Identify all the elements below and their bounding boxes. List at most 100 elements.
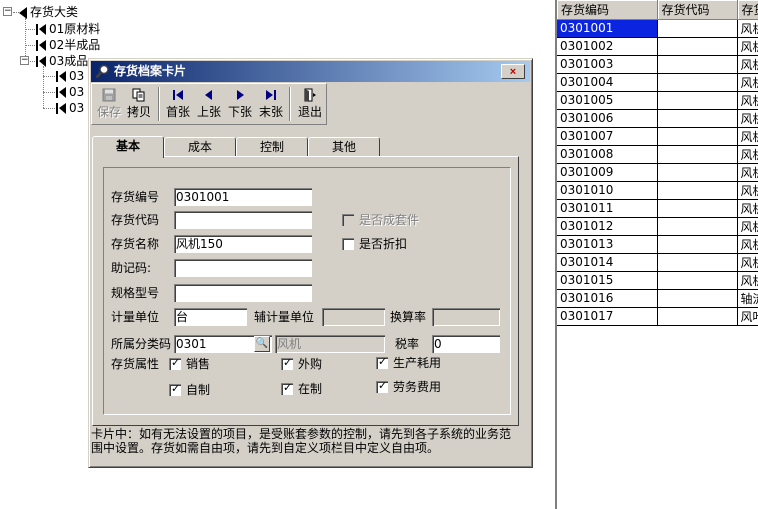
tab-other[interactable]: 其他	[308, 137, 380, 157]
collapse-toggle[interactable]: −	[3, 7, 12, 16]
cell-code[interactable]: 0301013	[557, 235, 658, 254]
table-row[interactable]: 0301012 风机	[557, 217, 758, 236]
cell-dm[interactable]	[657, 181, 738, 200]
copy-button[interactable]: 拷贝	[124, 85, 154, 123]
cell-name[interactable]: 风机	[737, 217, 758, 236]
close-button[interactable]: ×	[501, 64, 525, 79]
cell-name[interactable]: 风机	[737, 73, 758, 92]
rate-input[interactable]	[432, 308, 500, 326]
cell-code[interactable]: 0301004	[557, 73, 658, 92]
cell-dm[interactable]	[657, 37, 738, 56]
cell-name[interactable]: 风机	[737, 109, 758, 128]
table-row[interactable]: 0301001 风机	[557, 19, 758, 38]
self-made-checkbox[interactable]: ✓ 自制	[169, 382, 239, 397]
first-record-button[interactable]: 首张	[163, 85, 193, 123]
aux-unit-input[interactable]	[322, 308, 385, 326]
cell-code[interactable]: 0301015	[557, 271, 658, 290]
cell-dm[interactable]	[657, 145, 738, 164]
cell-code[interactable]: 0301001	[557, 19, 658, 38]
table-row[interactable]: 0301003 风机	[557, 55, 758, 74]
table-row[interactable]: 0301009 风机	[557, 163, 758, 182]
cell-name[interactable]: 风机	[737, 19, 758, 38]
tree-node-sub[interactable]: 03	[56, 100, 84, 116]
exit-button[interactable]: 退出	[295, 85, 325, 123]
table-row[interactable]: 0301014 风机	[557, 253, 758, 272]
cell-name[interactable]: 风机	[737, 199, 758, 218]
save-button[interactable]: 保存	[94, 85, 124, 123]
cell-dm[interactable]	[657, 127, 738, 146]
cell-dm[interactable]	[657, 109, 738, 128]
prev-record-button[interactable]: 上张	[194, 85, 224, 123]
cell-name[interactable]: 风机	[737, 271, 758, 290]
table-row[interactable]: 0301002 风机	[557, 37, 758, 56]
cell-name[interactable]: 风机	[737, 163, 758, 182]
tab-basic[interactable]: 基本	[92, 136, 164, 158]
cell-dm[interactable]	[657, 91, 738, 110]
class-lookup-button[interactable]: 🔍	[254, 336, 270, 352]
last-record-button[interactable]: 末张	[256, 85, 286, 123]
cell-code[interactable]: 0301010	[557, 181, 658, 200]
table-row[interactable]: 0301008 风机	[557, 145, 758, 164]
cell-name[interactable]: 风机	[737, 235, 758, 254]
col-header-name[interactable]: 存货	[737, 0, 758, 20]
cell-dm[interactable]	[657, 199, 738, 218]
cell-dm[interactable]	[657, 73, 738, 92]
table-row[interactable]: 0301006 风机	[557, 109, 758, 128]
cell-name[interactable]: 风机	[737, 91, 758, 110]
spec-input[interactable]	[174, 284, 312, 302]
unit-input[interactable]	[174, 308, 247, 326]
tree-root[interactable]: 存货大类	[19, 4, 78, 20]
cell-code[interactable]: 0301012	[557, 217, 658, 236]
service-checkbox[interactable]: ✓ 劳务费用	[376, 379, 466, 394]
cell-dm[interactable]	[657, 55, 738, 74]
tree-node-sub[interactable]: 03	[56, 68, 84, 84]
sale-checkbox[interactable]: ✓ 销售	[169, 356, 239, 371]
cell-code[interactable]: 0301003	[557, 55, 658, 74]
cell-dm[interactable]	[657, 19, 738, 38]
next-record-button[interactable]: 下张	[225, 85, 255, 123]
wip-checkbox[interactable]: ✓ 在制	[281, 381, 351, 396]
tree-node-raw-material[interactable]: 01原材料	[36, 21, 100, 37]
table-row[interactable]: 0301004 风机	[557, 73, 758, 92]
purchase-checkbox[interactable]: ✓ 外购	[281, 356, 351, 371]
collapse-toggle[interactable]: −	[20, 56, 29, 65]
cell-dm[interactable]	[657, 271, 738, 290]
table-row[interactable]: 0301010 风机	[557, 181, 758, 200]
cell-name[interactable]: 风机	[737, 55, 758, 74]
cell-code[interactable]: 0301011	[557, 199, 658, 218]
cell-name[interactable]: 轴流	[737, 289, 758, 308]
kit-checkbox[interactable]: 是否成套件	[342, 213, 442, 227]
cell-code[interactable]: 0301014	[557, 253, 658, 272]
table-row[interactable]: 0301017 风叶	[557, 307, 758, 326]
cell-dm[interactable]	[657, 217, 738, 236]
dialog-titlebar[interactable]: 存货档案卡片 ×	[91, 61, 530, 82]
cell-dm[interactable]	[657, 307, 738, 326]
cell-dm[interactable]	[657, 235, 738, 254]
cell-code[interactable]: 0301002	[557, 37, 658, 56]
cell-name[interactable]: 风叶	[737, 307, 758, 326]
name-input[interactable]	[174, 235, 312, 253]
cell-code[interactable]: 0301007	[557, 127, 658, 146]
col-header-code[interactable]: 存货编码	[557, 0, 658, 20]
cell-dm[interactable]	[657, 163, 738, 182]
code-input[interactable]	[174, 188, 312, 206]
cell-name[interactable]: 风机	[737, 181, 758, 200]
class-name-input[interactable]	[275, 335, 385, 353]
tree-node-sub[interactable]: 03	[56, 84, 84, 100]
dm-input[interactable]	[174, 211, 312, 229]
table-row[interactable]: 0301016 轴流	[557, 289, 758, 308]
cell-dm[interactable]	[657, 289, 738, 308]
table-row[interactable]: 0301007 风机	[557, 127, 758, 146]
cell-code[interactable]: 0301016	[557, 289, 658, 308]
cell-code[interactable]: 0301009	[557, 163, 658, 182]
mnemonic-input[interactable]	[174, 259, 312, 277]
cell-code[interactable]: 0301017	[557, 307, 658, 326]
col-header-dm[interactable]: 存货代码	[657, 0, 738, 20]
cell-code[interactable]: 0301006	[557, 109, 658, 128]
production-checkbox[interactable]: ✓ 生产耗用	[376, 355, 466, 370]
table-row[interactable]: 0301015 风机	[557, 271, 758, 290]
tab-control[interactable]: 控制	[236, 137, 308, 157]
tab-cost[interactable]: 成本	[164, 137, 236, 157]
cell-dm[interactable]	[657, 253, 738, 272]
cell-code[interactable]: 0301008	[557, 145, 658, 164]
